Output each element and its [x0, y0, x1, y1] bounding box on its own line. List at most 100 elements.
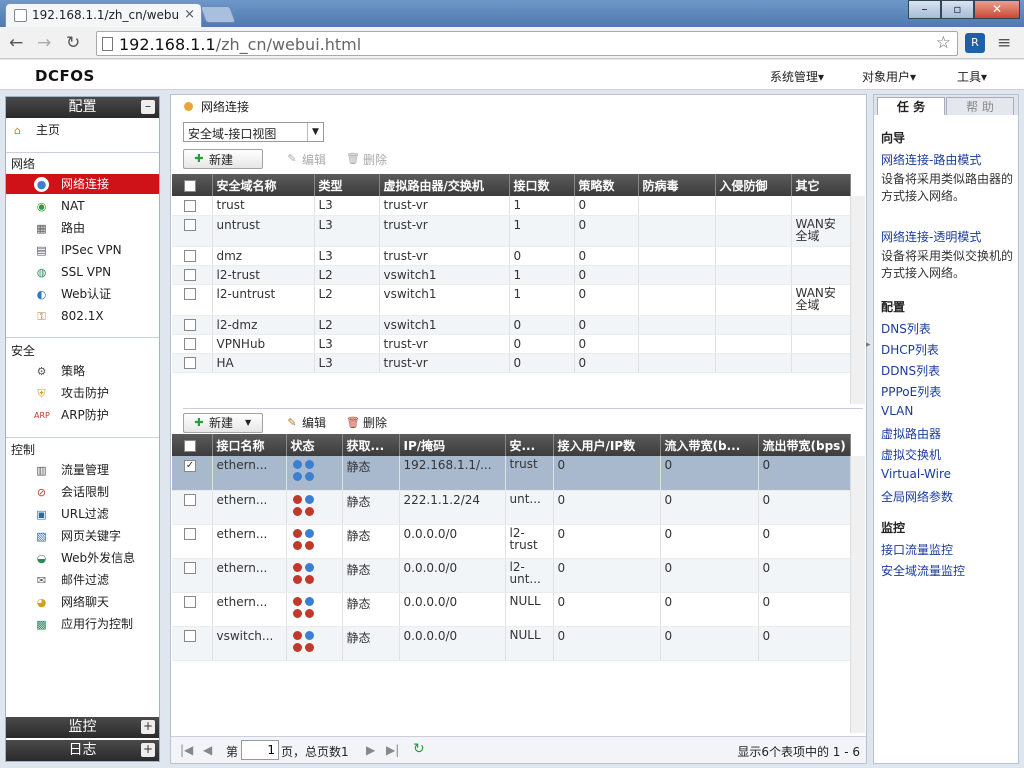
col-header[interactable]: 策略数: [574, 174, 639, 196]
close-tab-icon[interactable]: ×: [184, 7, 195, 22]
link-vlan[interactable]: VLAN: [881, 404, 913, 418]
link-global-network[interactable]: 全局网络参数: [881, 488, 953, 505]
chevron-down-icon[interactable]: ▼: [245, 418, 251, 427]
extension-icon[interactable]: R: [965, 33, 985, 53]
col-header[interactable]: 流出带宽(bps): [758, 434, 851, 456]
next-page-icon[interactable]: ▶: [366, 743, 375, 757]
sidebar-item-web-auth[interactable]: ◐ Web认证: [6, 284, 159, 304]
table-row[interactable]: ethern... 静态 222.1.1.2/24 unt... 0 0 0: [172, 490, 851, 525]
sidebar-item-chat[interactable]: ◕ 网络聊天: [6, 592, 159, 612]
sidebar-item-home[interactable]: ⌂ 主页: [6, 120, 159, 140]
back-arrow-icon[interactable]: ←: [9, 33, 23, 53]
tab-help[interactable]: 帮 助: [946, 97, 1014, 115]
row-checkbox[interactable]: [172, 265, 213, 285]
new-interface-button[interactable]: ✚ 新建 ▼: [183, 412, 263, 433]
sidebar-item-ipsec-vpn[interactable]: ▤ IPSec VPN: [6, 240, 159, 260]
row-checkbox[interactable]: [172, 524, 213, 559]
table-row[interactable]: HA L3 trust-vr 0 0: [172, 353, 851, 373]
edit-zone-button[interactable]: ✎ 编辑: [279, 149, 332, 169]
sidebar-item-8021x[interactable]: ⚿ 802.1X: [6, 306, 159, 326]
col-header[interactable]: 虚拟路由器/交换机: [379, 174, 510, 196]
prev-page-icon[interactable]: ◀: [203, 743, 212, 757]
view-select[interactable]: 安全域-接口视图 ▼: [183, 122, 324, 142]
expand-icon[interactable]: +: [141, 743, 155, 757]
sidebar-item-web-outbound[interactable]: ◒ Web外发信息: [6, 548, 159, 568]
row-checkbox[interactable]: [172, 315, 213, 335]
col-header[interactable]: 获取...: [342, 434, 400, 456]
link-dns[interactable]: DNS列表: [881, 320, 931, 337]
link-virtual-switch[interactable]: 虚拟交换机: [881, 446, 941, 463]
sidebar-item-traffic[interactable]: ▥ 流量管理: [6, 460, 159, 480]
sidebar-item-nat[interactable]: ◉ NAT: [6, 196, 159, 216]
row-checkbox[interactable]: [172, 246, 213, 266]
sidebar-item-route[interactable]: ▦ 路由: [6, 218, 159, 238]
link-pppoe[interactable]: PPPoE列表: [881, 383, 941, 400]
link-virtual-router[interactable]: 虚拟路由器: [881, 425, 941, 442]
maximize-button[interactable]: ▫: [941, 0, 974, 19]
menu-system[interactable]: 系统管理▾: [770, 68, 824, 85]
expand-icon[interactable]: +: [141, 720, 155, 734]
col-header[interactable]: 类型: [314, 174, 380, 196]
new-tab-button[interactable]: [199, 6, 237, 23]
wizard-route-mode-link[interactable]: 网络连接-路由模式: [881, 151, 981, 168]
menu-objects-users[interactable]: 对象用户▾: [862, 68, 916, 85]
new-zone-button[interactable]: ✚ 新建: [183, 149, 263, 169]
refresh-icon[interactable]: ↻: [413, 741, 425, 757]
row-checkbox[interactable]: [172, 215, 213, 247]
sidebar-item-session-limit[interactable]: ⊘ 会话限制: [6, 482, 159, 502]
chevron-down-icon[interactable]: ▼: [307, 123, 323, 141]
sidebar-item-app-control[interactable]: ▩ 应用行为控制: [6, 614, 159, 634]
address-bar[interactable]: 192.168.1.1/zh_cn/webui.html ☆: [96, 31, 958, 56]
wizard-transparent-mode-link[interactable]: 网络连接-透明模式: [881, 228, 981, 245]
minimize-button[interactable]: –: [908, 0, 941, 19]
col-header[interactable]: 防病毒: [638, 174, 716, 196]
row-checkbox[interactable]: [172, 626, 213, 661]
sidebar-log-header[interactable]: 日志 +: [6, 740, 159, 761]
select-all-checkbox[interactable]: [172, 174, 213, 196]
page-input[interactable]: [241, 740, 279, 760]
table-row[interactable]: ethern... 静态 0.0.0.0/0 l2-unt... 0 0 0: [172, 558, 851, 593]
first-page-icon[interactable]: |◀: [180, 743, 193, 757]
col-header[interactable]: IP/掩码: [399, 434, 506, 456]
table-row[interactable]: l2-dmz L2 vswitch1 0 0: [172, 315, 851, 335]
delete-zone-button[interactable]: 🗑 删除: [340, 149, 393, 169]
table-row[interactable]: vswitch... 静态 0.0.0.0/0 NULL 0 0 0: [172, 626, 851, 661]
zone-table-scrollbar[interactable]: [850, 196, 865, 404]
row-checkbox[interactable]: [172, 558, 213, 593]
sidebar-item-arp-defense[interactable]: ARP ARP防护: [6, 405, 159, 425]
sidebar-item-network-connection[interactable]: ● 网络连接: [6, 174, 159, 194]
link-zone-traffic[interactable]: 安全域流量监控: [881, 562, 965, 579]
col-header[interactable]: 安全域名称: [212, 174, 315, 196]
sidebar-item-keyword[interactable]: ▧ 网页关键字: [6, 526, 159, 546]
last-page-icon[interactable]: ▶|: [386, 743, 399, 757]
table-row[interactable]: untrust L3 trust-vr 1 0 WAN安全域: [172, 215, 851, 247]
sidebar-header[interactable]: 配置 –: [6, 97, 159, 118]
sidebar-item-policy[interactable]: ⚙ 策略: [6, 361, 159, 381]
link-interface-traffic[interactable]: 接口流量监控: [881, 541, 953, 558]
table-row[interactable]: l2-untrust L2 vswitch1 1 0 WAN安全域: [172, 284, 851, 316]
row-checkbox[interactable]: ✓: [172, 456, 213, 491]
table-row[interactable]: ✓ ethern... 静态 192.168.1.1/... trust 0 0 0: [172, 456, 851, 491]
sidebar-item-attack-defense[interactable]: ⛨ 攻击防护: [6, 383, 159, 403]
col-header[interactable]: 其它: [791, 174, 851, 196]
col-header[interactable]: 安...: [505, 434, 554, 456]
col-header[interactable]: 入侵防御: [715, 174, 792, 196]
row-checkbox[interactable]: [172, 490, 213, 525]
sidebar-monitor-header[interactable]: 监控 +: [6, 717, 159, 738]
bookmark-star-icon[interactable]: ☆: [936, 33, 951, 53]
table-row[interactable]: ethern... 静态 0.0.0.0/0 l2-trust 0 0 0: [172, 524, 851, 559]
link-virtual-wire[interactable]: Virtual-Wire: [881, 467, 951, 481]
table-row[interactable]: ethern... 静态 0.0.0.0/0 NULL 0 0 0: [172, 592, 851, 627]
forward-arrow-icon[interactable]: →: [37, 33, 51, 53]
tab-tasks[interactable]: 任 务: [877, 97, 945, 115]
row-checkbox[interactable]: [172, 284, 213, 316]
link-dhcp[interactable]: DHCP列表: [881, 341, 939, 358]
col-header[interactable]: 状态: [286, 434, 343, 456]
browser-menu-icon[interactable]: ≡: [997, 33, 1011, 53]
reload-icon[interactable]: ↻: [66, 33, 80, 53]
interface-table-scrollbar[interactable]: [850, 456, 865, 733]
sidebar-item-url-filter[interactable]: ▣ URL过滤: [6, 504, 159, 524]
delete-interface-button[interactable]: 🗑 删除: [340, 413, 393, 433]
sidebar-item-ssl-vpn[interactable]: ◍ SSL VPN: [6, 262, 159, 282]
table-row[interactable]: dmz L3 trust-vr 0 0: [172, 246, 851, 266]
